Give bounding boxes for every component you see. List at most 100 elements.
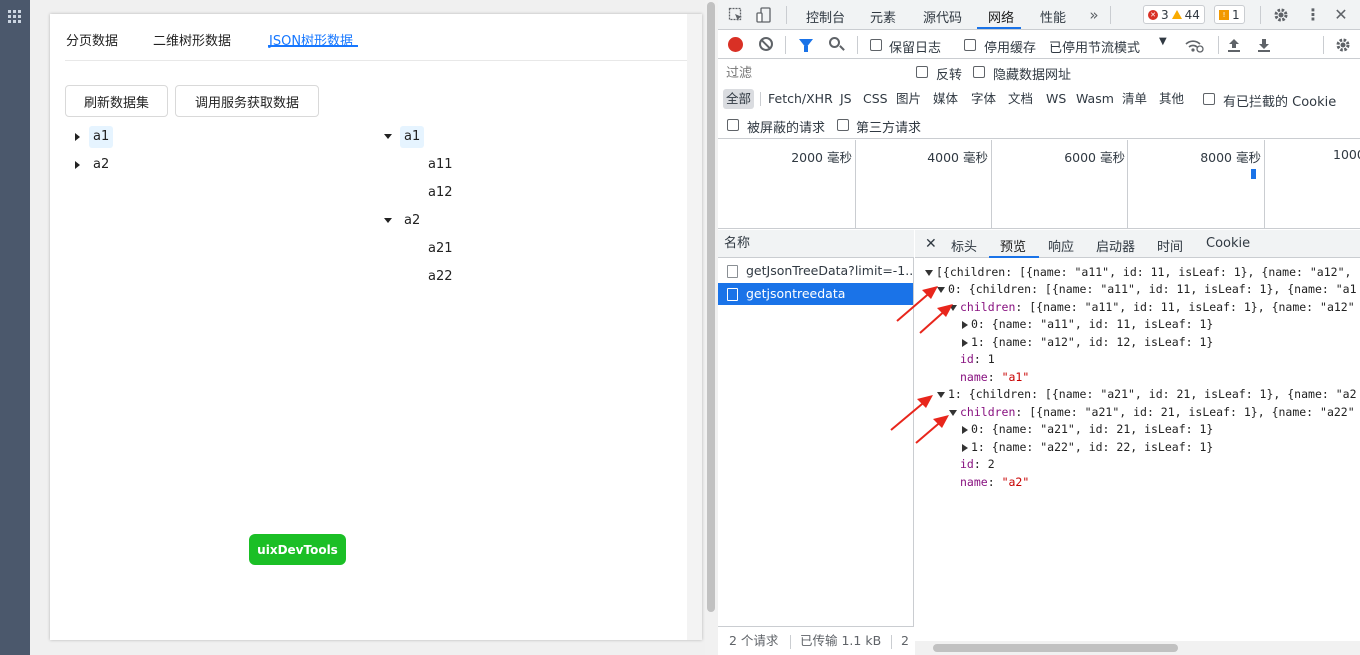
type-filter-font[interactable]: 字体 xyxy=(971,89,996,109)
tree-node-a11[interactable]: a11 xyxy=(428,154,453,176)
disable-cache-checkbox[interactable] xyxy=(964,39,976,51)
blocked-requests-checkbox[interactable] xyxy=(727,119,739,131)
tab-headers[interactable]: 标头 xyxy=(951,236,977,255)
record-icon[interactable] xyxy=(728,37,743,52)
collapse-triangle-icon[interactable] xyxy=(937,391,945,398)
tab-preview[interactable]: 预览 xyxy=(1000,236,1026,255)
tab-elements[interactable]: 元素 xyxy=(870,7,896,26)
type-filter-all[interactable]: 全部 xyxy=(723,89,755,109)
apps-grid-icon[interactable] xyxy=(8,10,21,23)
fetch-service-data-button[interactable]: 调用服务获取数据 xyxy=(175,85,319,117)
preview-line[interactable]: 1: {name: "a12", id: 12, isLeaf: 1} xyxy=(962,334,1213,351)
type-filter-js[interactable]: JS xyxy=(840,89,852,109)
blocked-requests-label: 被屏蔽的请求 xyxy=(747,121,826,136)
type-filter-img[interactable]: 图片 xyxy=(896,89,921,109)
preview-line[interactable]: [{children: [{name: "a11", id: 11, isLea… xyxy=(925,264,1351,281)
tab-performance[interactable]: 性能 xyxy=(1040,7,1066,26)
preview-line[interactable]: 0: {name: "a21", id: 21, isLeaf: 1} xyxy=(962,421,1213,438)
tree-node-a2[interactable]: a2 xyxy=(93,154,109,176)
tree-node-a21[interactable]: a21 xyxy=(428,238,453,260)
tab-2d-tree-data[interactable]: 二维树形数据 xyxy=(153,30,231,49)
type-filter-ws[interactable]: WS xyxy=(1046,89,1066,109)
preview-line[interactable]: children: [{name: "a21", id: 21, isLeaf:… xyxy=(949,404,1355,421)
invert-checkbox[interactable] xyxy=(916,66,928,78)
footer-divider xyxy=(790,635,791,649)
upload-icon[interactable] xyxy=(1227,37,1241,53)
preview-line: id: 1 xyxy=(960,352,995,366)
preview-line[interactable]: 1: {name: "a22", id: 22, isLeaf: 1} xyxy=(962,439,1213,456)
tree-node-a22[interactable]: a22 xyxy=(428,266,453,288)
kebab-menu-icon[interactable]: ⋮ xyxy=(1305,7,1321,23)
tree-node-a1[interactable]: a1 xyxy=(89,126,114,148)
preserve-log-checkbox[interactable] xyxy=(870,39,882,51)
toolbar-divider xyxy=(786,6,787,24)
tab-initiator[interactable]: 启动器 xyxy=(1096,236,1135,255)
issues-counter[interactable]: ✕ 3 44 xyxy=(1143,5,1205,24)
type-filter-doc[interactable]: 文档 xyxy=(1008,89,1033,109)
names-column-header[interactable]: 名称 xyxy=(718,230,914,258)
type-filter-manifest[interactable]: 清单 xyxy=(1122,89,1147,109)
tree-node-a1[interactable]: a1 xyxy=(400,126,425,148)
network-settings-gear-icon[interactable] xyxy=(1335,37,1351,53)
tab-sources[interactable]: 源代码 xyxy=(923,7,962,26)
tab-cookies[interactable]: Cookie xyxy=(1206,236,1250,251)
uix-devtools-button[interactable]: uixDevTools xyxy=(249,534,346,565)
chevron-down-icon[interactable]: ▼ xyxy=(1159,36,1167,47)
error-icon: ✕ xyxy=(1148,9,1158,20)
close-icon[interactable]: ✕ xyxy=(1333,7,1349,23)
scrollbar-thumb[interactable] xyxy=(707,2,715,612)
expand-triangle-icon[interactable] xyxy=(962,425,968,434)
request-row[interactable]: getJsonTreeData?limit=-1... xyxy=(718,260,913,282)
request-row-selected[interactable]: getjsontreedata xyxy=(718,283,913,305)
tab-response[interactable]: 响应 xyxy=(1048,236,1074,255)
expand-caret-icon[interactable] xyxy=(75,133,80,141)
expand-triangle-icon[interactable] xyxy=(962,338,968,347)
type-filter-media[interactable]: 媒体 xyxy=(933,89,958,109)
tab-console[interactable]: 控制台 xyxy=(806,7,845,26)
expand-triangle-icon[interactable] xyxy=(962,320,968,329)
issues-badge[interactable]: ! 1 xyxy=(1214,5,1245,24)
tab-network[interactable]: 网络 xyxy=(988,7,1014,26)
network-timeline[interactable]: 2000 毫秒 4000 毫秒 6000 毫秒 8000 毫秒 1000 xyxy=(718,140,1360,229)
type-filter-css[interactable]: CSS xyxy=(863,89,888,109)
collapse-triangle-icon[interactable] xyxy=(949,304,957,311)
preview-line[interactable]: 1: {children: [{name: "a21", id: 21, isL… xyxy=(937,386,1357,403)
collapse-triangle-icon[interactable] xyxy=(949,409,957,416)
collapse-caret-icon[interactable] xyxy=(384,218,392,223)
type-filter-wasm[interactable]: Wasm xyxy=(1076,89,1114,109)
scrollbar-thumb[interactable] xyxy=(933,644,1178,652)
preview-line[interactable]: children: [{name: "a11", id: 11, isLeaf:… xyxy=(949,299,1355,316)
type-filter-other[interactable]: 其他 xyxy=(1159,89,1184,109)
tab-paged-data[interactable]: 分页数据 xyxy=(66,30,118,49)
preview-line[interactable]: 0: {name: "a11", id: 11, isLeaf: 1} xyxy=(962,316,1213,333)
gear-icon[interactable] xyxy=(1273,7,1289,23)
tree-node-a12[interactable]: a12 xyxy=(428,182,453,204)
close-detail-icon[interactable]: ✕ xyxy=(925,236,937,252)
inspect-element-icon[interactable] xyxy=(728,7,744,23)
expand-caret-icon[interactable] xyxy=(75,161,80,169)
expand-triangle-icon[interactable] xyxy=(962,443,968,452)
blocked-cookies-checkbox[interactable] xyxy=(1203,93,1215,105)
preview-line[interactable]: 0: {children: [{name: "a11", id: 11, isL… xyxy=(937,281,1357,298)
tab-timing[interactable]: 时间 xyxy=(1157,236,1183,255)
timeline-gridline xyxy=(1127,140,1128,229)
network-conditions-icon[interactable] xyxy=(1184,37,1204,53)
collapse-triangle-icon[interactable] xyxy=(937,286,945,293)
hide-data-urls-checkbox[interactable] xyxy=(973,66,985,78)
chevron-double-right-icon[interactable]: » xyxy=(1086,7,1102,23)
request-names-pane: 名称 getJsonTreeData?limit=-1... getjsontr… xyxy=(718,230,914,655)
download-icon[interactable] xyxy=(1257,37,1271,53)
page-scrollbar[interactable] xyxy=(705,0,718,655)
collapse-caret-icon[interactable] xyxy=(384,134,392,139)
third-party-checkbox[interactable] xyxy=(837,119,849,131)
tree-node-a2[interactable]: a2 xyxy=(404,210,420,232)
type-filter-fetch-xhr[interactable]: Fetch/XHR xyxy=(768,89,833,109)
throttling-select[interactable]: 已停用节流模式 xyxy=(1049,37,1140,56)
collapse-triangle-icon[interactable] xyxy=(925,269,933,276)
preview-horizontal-scrollbar[interactable] xyxy=(915,641,1360,655)
refresh-dataset-button[interactable]: 刷新数据集 xyxy=(65,85,168,117)
clear-icon[interactable] xyxy=(759,37,773,51)
device-toolbar-icon[interactable] xyxy=(756,7,772,23)
filter-input[interactable] xyxy=(722,63,902,84)
toolbar-divider xyxy=(1218,36,1219,54)
